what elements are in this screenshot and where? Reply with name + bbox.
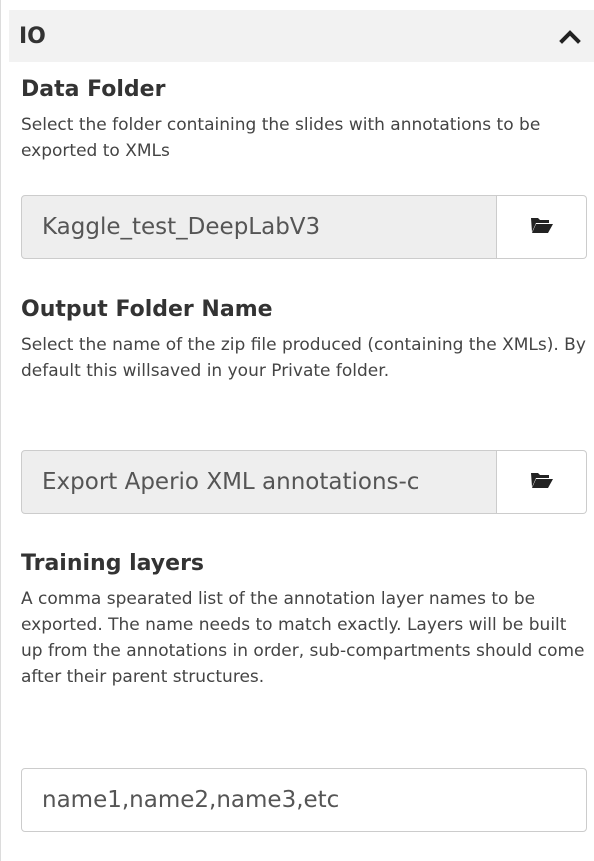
output-folder-input[interactable]: Export Aperio XML annotations-c bbox=[21, 450, 497, 514]
data-folder-field: Data Folder Select the folder containing… bbox=[21, 76, 587, 164]
data-folder-browse-button[interactable] bbox=[497, 195, 587, 259]
output-folder-input-group: Export Aperio XML annotations-c bbox=[21, 450, 587, 514]
data-folder-description: Select the folder containing the slides … bbox=[21, 115, 541, 161]
folder-open-icon bbox=[530, 216, 554, 238]
output-folder-description: Select the name of the zip file produced… bbox=[21, 335, 586, 381]
panel-header[interactable]: IO bbox=[9, 10, 594, 62]
data-folder-input-group: Kaggle_test_DeepLabV3 bbox=[21, 195, 587, 259]
chevron-up-icon[interactable] bbox=[555, 21, 585, 51]
data-folder-label: Data Folder bbox=[21, 77, 166, 102]
training-layers-input[interactable]: name1,name2,name3,etc bbox=[21, 768, 587, 832]
io-panel: IO Data Folder Select the folder contain… bbox=[0, 0, 594, 861]
folder-open-icon bbox=[530, 471, 554, 493]
training-layers-description: A comma spearated list of the annotation… bbox=[21, 589, 585, 687]
output-folder-field: Output Folder Name Select the name of th… bbox=[21, 296, 587, 384]
output-folder-label: Output Folder Name bbox=[21, 297, 273, 322]
training-layers-field: Training layers A comma spearated list o… bbox=[21, 550, 587, 690]
data-folder-input[interactable]: Kaggle_test_DeepLabV3 bbox=[21, 195, 497, 259]
output-folder-browse-button[interactable] bbox=[497, 450, 587, 514]
training-layers-label: Training layers bbox=[21, 551, 205, 576]
panel-title: IO bbox=[19, 23, 46, 49]
